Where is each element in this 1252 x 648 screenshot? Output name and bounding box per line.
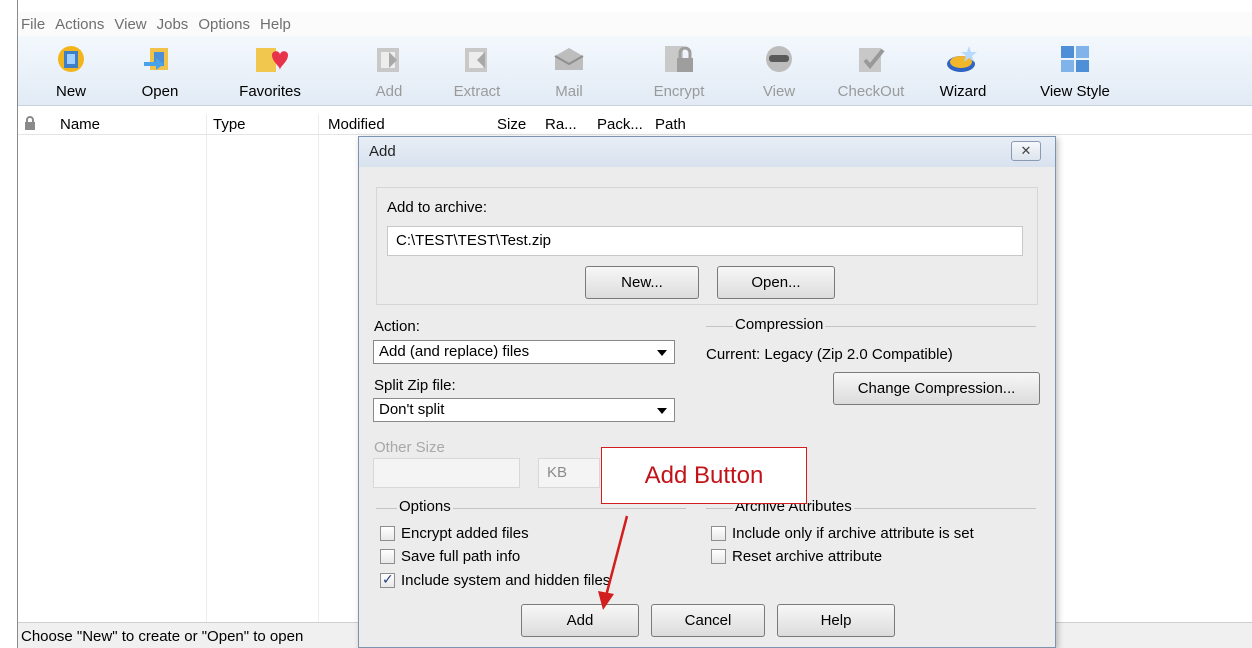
file-list-header: Name Type Modified Size Ra... Pack... Pa…	[18, 114, 1252, 135]
toolbar-open-label: Open	[141, 83, 179, 100]
split-zip-label: Split Zip file:	[374, 377, 456, 394]
toolbar: New Open Favorites Add Extract Mail Encr…	[18, 36, 1252, 106]
dialog-title-bar: Add ✕	[359, 137, 1055, 167]
other-size-label: Other Size	[374, 439, 445, 456]
checkbox-label: Reset archive attribute	[732, 548, 883, 565]
toolbar-view-label: View	[762, 83, 796, 100]
toolbar-new-label: New	[55, 83, 86, 100]
menu-jobs[interactable]: Jobs	[157, 16, 189, 33]
annotation-callout: Add Button	[601, 447, 807, 504]
toolbar-checkout-label: CheckOut	[837, 83, 905, 100]
menu-view[interactable]: View	[114, 16, 146, 33]
column-size[interactable]: Size	[497, 116, 526, 133]
save-full-path-checkbox[interactable]: Save full path info	[380, 548, 520, 565]
add-button[interactable]: Add	[521, 604, 639, 637]
toolbar-favorites-label: Favorites	[239, 83, 301, 100]
close-button[interactable]: ✕	[1011, 141, 1041, 161]
chevron-down-icon	[657, 350, 667, 356]
include-hidden-files-checkbox[interactable]: Include system and hidden files	[380, 571, 611, 589]
toolbar-open-button[interactable]: Open	[134, 36, 186, 106]
column-modified[interactable]: Modified	[328, 116, 385, 133]
menu-actions[interactable]: Actions	[55, 16, 104, 33]
checkbox-label: Save full path info	[401, 548, 521, 565]
add-dialog: Add ✕ Add to archive: C:\TEST\TEST\Test.…	[358, 136, 1056, 648]
favorites-icon	[256, 48, 288, 72]
split-zip-value: Don't split	[379, 401, 445, 418]
add-to-archive-label: Add to archive:	[387, 199, 488, 216]
column-ratio[interactable]: Ra...	[545, 116, 577, 133]
toolbar-encrypt-label: Encrypt	[653, 83, 705, 100]
help-button[interactable]: Help	[777, 604, 895, 637]
lock-icon	[24, 116, 36, 134]
toolbar-view-button[interactable]: View	[756, 36, 802, 106]
other-size-input[interactable]	[373, 458, 520, 488]
view-icon	[766, 46, 792, 72]
action-value: Add (and replace) files	[379, 343, 530, 360]
toolbar-view-style-label: View Style	[1040, 83, 1110, 100]
checkbox	[380, 549, 395, 564]
checkbox-label: Include only if archive attribute is set	[732, 525, 974, 542]
mail-icon	[554, 48, 584, 70]
toolbar-add-label: Add	[375, 83, 403, 100]
add-icon	[377, 48, 399, 72]
new-archive-button[interactable]: New...	[585, 266, 699, 299]
menu-help[interactable]: Help	[260, 16, 291, 33]
toolbar-wizard-button[interactable]: Wizard	[932, 36, 994, 106]
column-path[interactable]: Path	[655, 116, 686, 133]
toolbar-view-style-button[interactable]: View Style	[1032, 36, 1118, 106]
reset-archive-attribute-checkbox[interactable]: Reset archive attribute	[711, 548, 882, 565]
view-style-icon	[1061, 46, 1089, 72]
toolbar-extract-button[interactable]: Extract	[446, 36, 508, 106]
toolbar-mail-label: Mail	[555, 83, 583, 100]
checkbox	[380, 526, 395, 541]
toolbar-favorites-button[interactable]: Favorites	[230, 36, 310, 106]
encrypt-icon	[665, 46, 693, 72]
compression-current: Current: Legacy (Zip 2.0 Compatible)	[706, 346, 953, 363]
menu-options[interactable]: Options	[198, 16, 250, 33]
toolbar-add-button[interactable]: Add	[366, 36, 412, 106]
action-select[interactable]: Add (and replace) files	[373, 340, 675, 364]
column-divider	[318, 114, 319, 622]
checkbox-label: Encrypt added files	[401, 525, 529, 542]
extract-icon	[465, 48, 487, 72]
column-divider	[206, 114, 207, 622]
toolbar-wizard-label: Wizard	[939, 83, 987, 100]
other-size-unit-select[interactable]: KB	[538, 458, 600, 488]
archive-group: Add to archive: C:\TEST\TEST\Test.zip Ne…	[376, 187, 1038, 305]
archive-attribute-set-checkbox[interactable]: Include only if archive attribute is set	[711, 525, 974, 542]
menu-file[interactable]: File	[21, 16, 45, 33]
toolbar-new-button[interactable]: New	[46, 36, 96, 106]
toolbar-encrypt-button[interactable]: Encrypt	[646, 36, 712, 106]
checkbox-label: Include system and hidden files	[401, 572, 611, 589]
open-archive-button[interactable]: Open...	[717, 266, 835, 299]
close-icon: ✕	[1020, 143, 1032, 158]
options-header: Options	[397, 498, 453, 515]
menu-bar: File Actions View Jobs Options Help	[18, 12, 1252, 36]
wizard-icon	[947, 46, 977, 72]
checkout-icon	[859, 48, 885, 72]
compression-header: Compression	[733, 316, 826, 333]
checkbox	[711, 549, 726, 564]
archive-path-input[interactable]: C:\TEST\TEST\Test.zip	[387, 226, 1023, 256]
cancel-button[interactable]: Cancel	[651, 604, 765, 637]
change-compression-button[interactable]: Change Compression...	[833, 372, 1040, 405]
checkbox-checked	[380, 571, 395, 588]
open-icon	[144, 48, 168, 70]
encrypt-added-files-checkbox[interactable]: Encrypt added files	[380, 525, 529, 542]
new-icon	[58, 46, 84, 72]
toolbar-checkout-button[interactable]: CheckOut	[836, 36, 906, 106]
column-packed[interactable]: Pack...	[597, 116, 643, 133]
dialog-title: Add	[369, 143, 396, 160]
toolbar-mail-button[interactable]: Mail	[544, 36, 594, 106]
column-name[interactable]: Name	[60, 116, 100, 133]
split-zip-select[interactable]: Don't split	[373, 398, 675, 422]
column-type[interactable]: Type	[213, 116, 246, 133]
action-label: Action:	[374, 318, 420, 335]
chevron-down-icon	[657, 408, 667, 414]
checkbox	[711, 526, 726, 541]
toolbar-extract-label: Extract	[453, 83, 501, 100]
